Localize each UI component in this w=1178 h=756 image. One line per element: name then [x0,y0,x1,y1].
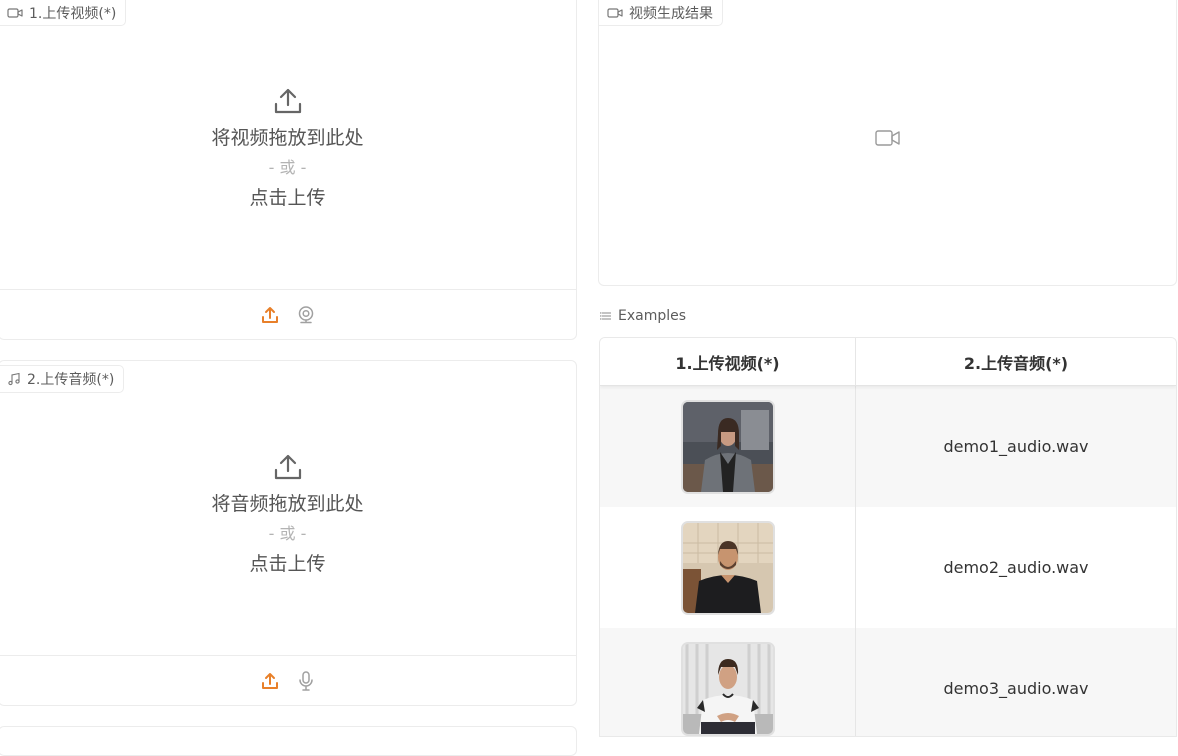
examples-title: Examples [618,308,687,324]
audio-drop-zone[interactable]: 将音频拖放到此处 - 或 - 点击上传 [0,451,576,579]
video-drop-zone[interactable]: 将视频拖放到此处 - 或 - 点击上传 [0,85,576,213]
webcam-icon [298,305,313,323]
man-black-sweater-thumbnail-image [682,522,773,613]
example-row-2[interactable]: demo2_audio.wav [600,507,1176,628]
example-audio-cell[interactable]: demo2_audio.wav [856,507,1176,628]
music-icon [8,372,20,386]
upload-source-button[interactable] [259,670,281,692]
example-video-thumbnail[interactable] [680,520,775,615]
example-row-3[interactable]: demo3_audio.wav [600,628,1176,736]
next-panel-edge [0,726,577,756]
audio-upload-panel: 2.上传音频(*) 将音频拖放到此处 - 或 - 点击上传 [0,360,577,706]
examples-header-row: 1.上传视频(*) 2.上传音频(*) [600,338,1176,386]
audio-upload-label-tag: 2.上传音频(*) [0,365,125,393]
video-placeholder-icon [874,130,900,146]
example-audio-cell[interactable]: demo1_audio.wav [856,386,1176,507]
video-icon [607,7,623,18]
upload-icon [261,672,278,689]
examples-table: 1.上传视频(*) 2.上传音频(*) demo1_audio.wav demo… [599,337,1177,737]
woman-grey-coat-thumbnail-image [682,401,773,492]
microphone-source-button[interactable] [295,670,317,692]
video-upload-label-tag: 1.上传视频(*) [0,0,127,26]
output-label: 视频生成结果 [629,5,713,22]
output-label-tag: 视频生成结果 [598,0,723,26]
audio-drop-text: 将音频拖放到此处 [211,493,364,515]
examples-header-video: 1.上传视频(*) [600,338,856,385]
example-video-thumbnail[interactable] [680,399,775,494]
audio-upload-label: 2.上传音频(*) [27,372,115,388]
video-drop-text: 将视频拖放到此处 [211,127,364,149]
video-upload-panel: 1.上传视频(*) 将视频拖放到此处 - 或 - 点击上传 [0,0,577,340]
webcam-source-button[interactable] [295,304,317,326]
video-upload-label: 1.上传视频(*) [29,5,117,22]
example-video-cell [600,628,856,736]
output-placeholder [599,128,1176,148]
audio-click-upload-text[interactable]: 点击上传 [249,549,325,579]
man-white-tshirt-thumbnail-image [682,643,773,734]
upload-icon [274,88,301,114]
example-video-thumbnail[interactable] [680,641,775,736]
example-video-cell [600,386,856,507]
example-video-cell [600,507,856,628]
examples-header-audio: 2.上传音频(*) [963,353,1069,373]
audio-source-toolbar [0,655,576,705]
video-click-upload-text[interactable]: 点击上传 [249,183,325,213]
example-audio-cell[interactable]: demo3_audio.wav [856,628,1176,736]
microphone-icon [298,670,313,691]
video-icon [7,7,23,18]
example-row-1[interactable]: demo1_audio.wav [600,386,1176,507]
list-icon [600,312,611,320]
upload-icon [274,454,301,480]
upload-icon [261,306,278,323]
output-video-panel: 视频生成结果 [598,0,1177,286]
examples-label: Examples [600,308,686,324]
upload-source-button[interactable] [259,304,281,326]
video-or-text: - 或 - [268,158,307,177]
video-source-toolbar [0,289,576,339]
audio-or-text: - 或 - [268,524,307,543]
